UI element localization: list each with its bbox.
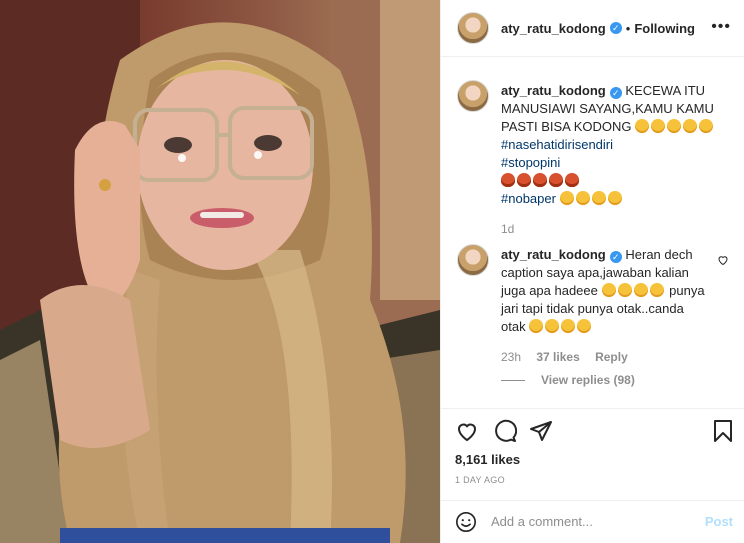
like-heart-icon[interactable] bbox=[455, 419, 479, 443]
hashtag-link[interactable]: #nobaper bbox=[501, 191, 556, 206]
emoji-icon bbox=[545, 319, 560, 333]
share-paper-plane-icon[interactable] bbox=[529, 419, 553, 443]
post-photo[interactable] bbox=[0, 0, 440, 543]
post-time-ago[interactable]: 1 DAY AGO bbox=[455, 475, 505, 485]
commenter-username[interactable]: aty_ratu_kodong bbox=[501, 247, 606, 262]
emoji-icon bbox=[633, 283, 648, 297]
likes-count[interactable]: 8,161 likes bbox=[455, 452, 520, 467]
comment-text-container: aty_ratu_kodong ✓ Heran dech caption saya… bbox=[501, 246, 711, 366]
emoji-icon bbox=[565, 173, 579, 187]
emoji-icon bbox=[561, 319, 576, 333]
verified-badge-icon: ✓ bbox=[609, 251, 622, 263]
comment-likes[interactable]: 37 likes bbox=[536, 350, 579, 364]
header-separator: • bbox=[625, 20, 631, 36]
save-bookmark-icon[interactable] bbox=[711, 419, 735, 443]
comment-item: aty_ratu_kodong ✓ Heran dech caption saya… bbox=[457, 244, 729, 364]
following-button[interactable]: Following bbox=[634, 21, 695, 36]
emoji-icon bbox=[591, 191, 606, 205]
emoji-row bbox=[501, 172, 723, 190]
emoji-icon bbox=[667, 119, 682, 133]
verified-badge-icon: ✓ bbox=[609, 87, 622, 99]
caption-block: aty_ratu_kodong ✓ KECEWA ITU MANUSIAWI SA… bbox=[457, 80, 729, 236]
post-actions-bar bbox=[441, 408, 744, 452]
caption-text-container: aty_ratu_kodong ✓ KECEWA ITU MANUSIAWI SA… bbox=[501, 82, 723, 238]
emoji-icon bbox=[699, 119, 714, 133]
emoji-icon bbox=[683, 119, 698, 133]
post-details-panel: aty_ratu_kodong ✓ • Following ••• aty_ra… bbox=[440, 0, 744, 543]
replies-divider-line bbox=[501, 379, 525, 381]
emoji-icon bbox=[533, 173, 547, 187]
emoji-icon bbox=[617, 283, 632, 297]
comment-age[interactable]: 23h bbox=[501, 350, 521, 364]
emoji-smiley-icon[interactable] bbox=[455, 511, 477, 533]
emoji-icon bbox=[517, 173, 531, 187]
commenter-avatar[interactable] bbox=[457, 244, 489, 276]
emoji-icon bbox=[649, 283, 664, 297]
post-header: aty_ratu_kodong ✓ • Following ••• bbox=[441, 0, 744, 57]
caption-age[interactable]: 1d bbox=[501, 220, 723, 238]
hashtag-link[interactable]: #stopopini bbox=[501, 154, 723, 172]
hashtag-link[interactable]: #nasehatidirisendiri bbox=[501, 136, 723, 154]
emoji-icon bbox=[549, 173, 563, 187]
emoji-icon bbox=[607, 191, 622, 205]
emoji-icon bbox=[635, 119, 650, 133]
reply-button[interactable]: Reply bbox=[595, 350, 628, 364]
view-replies-label[interactable]: View replies (98) bbox=[541, 373, 635, 387]
author-username[interactable]: aty_ratu_kodong bbox=[501, 21, 606, 36]
portrait-image bbox=[0, 0, 440, 543]
emoji-icon bbox=[575, 191, 590, 205]
emoji-icon bbox=[529, 319, 544, 333]
view-replies-link[interactable]: View replies (98) bbox=[501, 373, 635, 387]
comment-meta: 23h 37 likes Reply bbox=[501, 348, 711, 366]
like-comment-heart-icon[interactable] bbox=[717, 254, 729, 266]
verified-badge-icon: ✓ bbox=[609, 22, 622, 34]
more-options-icon[interactable]: ••• bbox=[711, 18, 731, 36]
caption-username[interactable]: aty_ratu_kodong bbox=[501, 83, 606, 98]
emoji-icon bbox=[577, 319, 592, 333]
author-avatar[interactable] bbox=[457, 12, 489, 44]
emoji-icon bbox=[601, 283, 616, 297]
post-comment-button[interactable]: Post bbox=[705, 514, 733, 529]
add-comment-input[interactable] bbox=[491, 514, 691, 529]
caption-avatar[interactable] bbox=[457, 80, 489, 112]
add-comment-bar: Post bbox=[441, 500, 744, 543]
emoji-icon bbox=[651, 119, 666, 133]
emoji-icon bbox=[501, 173, 515, 187]
emoji-icon bbox=[559, 191, 574, 205]
comment-bubble-icon[interactable] bbox=[493, 419, 517, 443]
